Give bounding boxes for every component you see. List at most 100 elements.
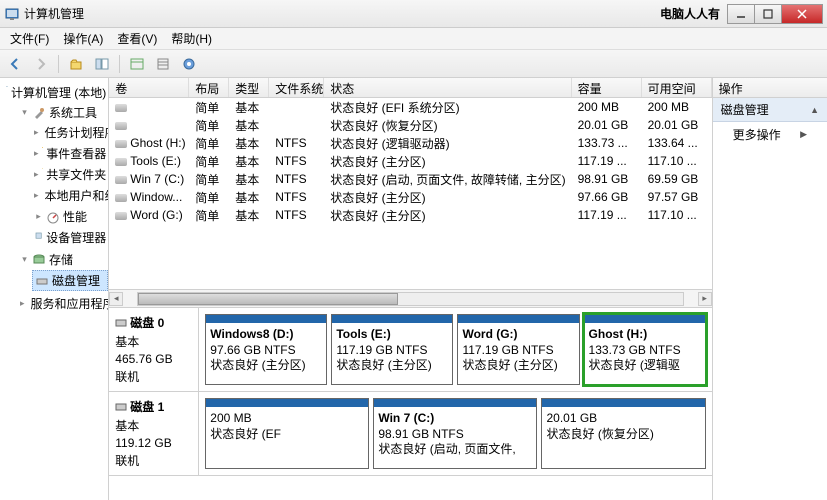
graphical-view[interactable]: 磁盘 0基本465.76 GB联机Windows8 (D:)97.66 GB N… <box>109 308 711 500</box>
brand-text: 电脑人人有 <box>660 5 720 22</box>
tree-local-users[interactable]: ▸本地用户和组 <box>32 186 108 205</box>
collapse-icon: ▲ <box>810 105 819 115</box>
volume-row[interactable]: Window...简单基本NTFS状态良好 (主分区)97.66 GB97.57… <box>109 188 711 206</box>
actions-more[interactable]: 更多操作 ▶ <box>713 122 827 147</box>
disk-row: 磁盘 0基本465.76 GB联机Windows8 (D:)97.66 GB N… <box>109 308 711 392</box>
col-type[interactable]: 类型 <box>229 78 269 97</box>
tree-services[interactable]: ▸服务和应用程序 <box>18 294 108 313</box>
window-controls <box>728 4 823 24</box>
disk-info[interactable]: 磁盘 1基本119.12 GB联机 <box>109 392 199 475</box>
partition[interactable]: Windows8 (D:)97.66 GB NTFS状态良好 (主分区) <box>205 314 327 385</box>
disk-icon <box>35 274 49 288</box>
scroll-track[interactable] <box>137 292 683 306</box>
titlebar: 计算机管理 电脑人人有 <box>0 0 827 28</box>
volume-header: 卷 布局 类型 文件系统 状态 容量 可用空间 <box>109 78 711 98</box>
maximize-button[interactable] <box>754 4 782 24</box>
expander-icon[interactable]: ▸ <box>34 128 39 137</box>
volume-row[interactable]: Ghost (H:)简单基本NTFS状态良好 (逻辑驱动器)133.73 ...… <box>109 134 711 152</box>
expander-icon[interactable]: ▸ <box>34 170 39 179</box>
partition[interactable]: Win 7 (C:)98.91 GB NTFS状态良好 (启动, 页面文件, <box>373 398 537 469</box>
expander-icon[interactable]: ▸ <box>34 212 43 221</box>
folder-icon <box>42 168 44 182</box>
disk-info[interactable]: 磁盘 0基本465.76 GB联机 <box>109 308 199 391</box>
up-button[interactable] <box>65 53 87 75</box>
actions-section[interactable]: 磁盘管理 ▲ <box>713 98 827 122</box>
close-button[interactable] <box>781 4 823 24</box>
actions-header: 操作 <box>713 78 827 98</box>
disk-icon <box>115 401 127 413</box>
partition-container: 200 MB状态良好 (EFWin 7 (C:)98.91 GB NTFS状态良… <box>199 392 711 475</box>
expander-icon[interactable]: ▾ <box>20 255 29 264</box>
volume-icon <box>115 176 127 184</box>
expander-icon[interactable]: ▸ <box>34 191 39 200</box>
refresh-button[interactable] <box>126 53 148 75</box>
partition-header <box>585 315 705 323</box>
partition[interactable]: 20.01 GB状态良好 (恢复分区) <box>541 398 705 469</box>
disk-row: 磁盘 1基本119.12 GB联机200 MB状态良好 (EFWin 7 (C:… <box>109 392 711 476</box>
col-free[interactable]: 可用空间 <box>642 78 712 97</box>
partition[interactable]: Ghost (H:)133.73 GB NTFS状态良好 (逻辑驱 <box>584 314 706 385</box>
col-capacity[interactable]: 容量 <box>572 78 642 97</box>
forward-button[interactable] <box>30 53 52 75</box>
menu-view[interactable]: 查看(V) <box>111 28 163 49</box>
scroll-right-button[interactable]: ▸ <box>698 292 712 306</box>
actions-more-label: 更多操作 <box>733 126 781 143</box>
scroll-left-button[interactable]: ◂ <box>109 292 123 306</box>
volume-icon <box>115 194 127 202</box>
tree-disk-management[interactable]: 磁盘管理 <box>32 270 108 291</box>
show-hide-button[interactable] <box>91 53 113 75</box>
tree-system-tools-label: 系统工具 <box>49 104 97 121</box>
partition[interactable]: Tools (E:)117.19 GB NTFS状态良好 (主分区) <box>331 314 453 385</box>
tree-root[interactable]: 计算机管理 (本地) <box>4 83 108 102</box>
partition[interactable]: Word (G:)117.19 GB NTFS状态良好 (主分区) <box>457 314 579 385</box>
partition[interactable]: 200 MB状态良好 (EF <box>205 398 369 469</box>
event-icon <box>42 147 44 161</box>
col-volume[interactable]: 卷 <box>109 78 189 97</box>
computer-icon <box>6 86 8 100</box>
chevron-right-icon: ▶ <box>800 129 807 140</box>
minimize-button[interactable] <box>727 4 755 24</box>
tree-system-tools[interactable]: ▾ 系统工具 <box>18 103 108 122</box>
volume-row[interactable]: Tools (E:)简单基本NTFS状态良好 (主分区)117.19 ...11… <box>109 152 711 170</box>
tree-shared-folders[interactable]: ▸ 共享文件夹 <box>32 165 108 184</box>
volume-row[interactable]: Win 7 (C:)简单基本NTFS状态良好 (启动, 页面文件, 故障转储, … <box>109 170 711 188</box>
menu-action[interactable]: 操作(A) <box>57 28 109 49</box>
tree-performance[interactable]: ▸性能 <box>32 207 108 226</box>
volume-body[interactable]: 简单基本状态良好 (EFI 系统分区)200 MB200 MB简单基本状态良好 … <box>109 98 711 289</box>
device-icon <box>34 231 43 245</box>
partition-header <box>206 399 368 407</box>
disk-icon <box>115 317 127 329</box>
menu-help[interactable]: 帮助(H) <box>165 28 218 49</box>
list-button[interactable] <box>152 53 174 75</box>
tree-device-manager[interactable]: 设备管理器 <box>32 228 108 247</box>
help-button[interactable] <box>178 53 200 75</box>
tree-root-label: 计算机管理 (本地) <box>11 84 106 101</box>
volume-row[interactable]: 简单基本状态良好 (恢复分区)20.01 GB20.01 GB <box>109 116 711 134</box>
volume-row[interactable]: 简单基本状态良好 (EFI 系统分区)200 MB200 MB <box>109 98 711 116</box>
volume-icon <box>115 104 127 112</box>
expander-icon[interactable]: ▾ <box>20 108 29 117</box>
window-title: 计算机管理 <box>24 5 84 22</box>
toolbar <box>0 50 827 78</box>
tree-event-viewer[interactable]: ▸事件查看器 <box>32 144 108 163</box>
horizontal-scrollbar[interactable]: ◂ ▸ <box>109 289 711 307</box>
partition-header <box>458 315 578 323</box>
col-layout[interactable]: 布局 <box>189 78 229 97</box>
volume-row[interactable]: Word (G:)简单基本NTFS状态良好 (主分区)117.19 ...117… <box>109 206 711 224</box>
tree-task-scheduler[interactable]: ▸任务计划程序 <box>32 123 108 142</box>
tree-storage[interactable]: ▾ 存储 <box>18 250 108 269</box>
menu-file[interactable]: 文件(F) <box>4 28 55 49</box>
scroll-thumb[interactable] <box>138 293 398 305</box>
col-filesystem[interactable]: 文件系统 <box>269 78 324 97</box>
tree-storage-label: 存储 <box>49 251 73 268</box>
volume-icon <box>115 212 127 220</box>
expander-icon[interactable]: ▸ <box>20 299 25 308</box>
partition-header <box>542 399 704 407</box>
expander-icon[interactable]: ▸ <box>34 149 39 158</box>
volume-icon <box>115 122 127 130</box>
col-status[interactable]: 状态 <box>324 78 571 97</box>
actions-pane: 操作 磁盘管理 ▲ 更多操作 ▶ <box>713 78 827 500</box>
tree-shared-label: 共享文件夹 <box>46 166 106 183</box>
back-button[interactable] <box>4 53 26 75</box>
console-tree[interactable]: 计算机管理 (本地) ▾ 系统工具 ▸任务计划程序 ▸事件查看器 ▸ 共享文件夹 <box>0 78 109 500</box>
